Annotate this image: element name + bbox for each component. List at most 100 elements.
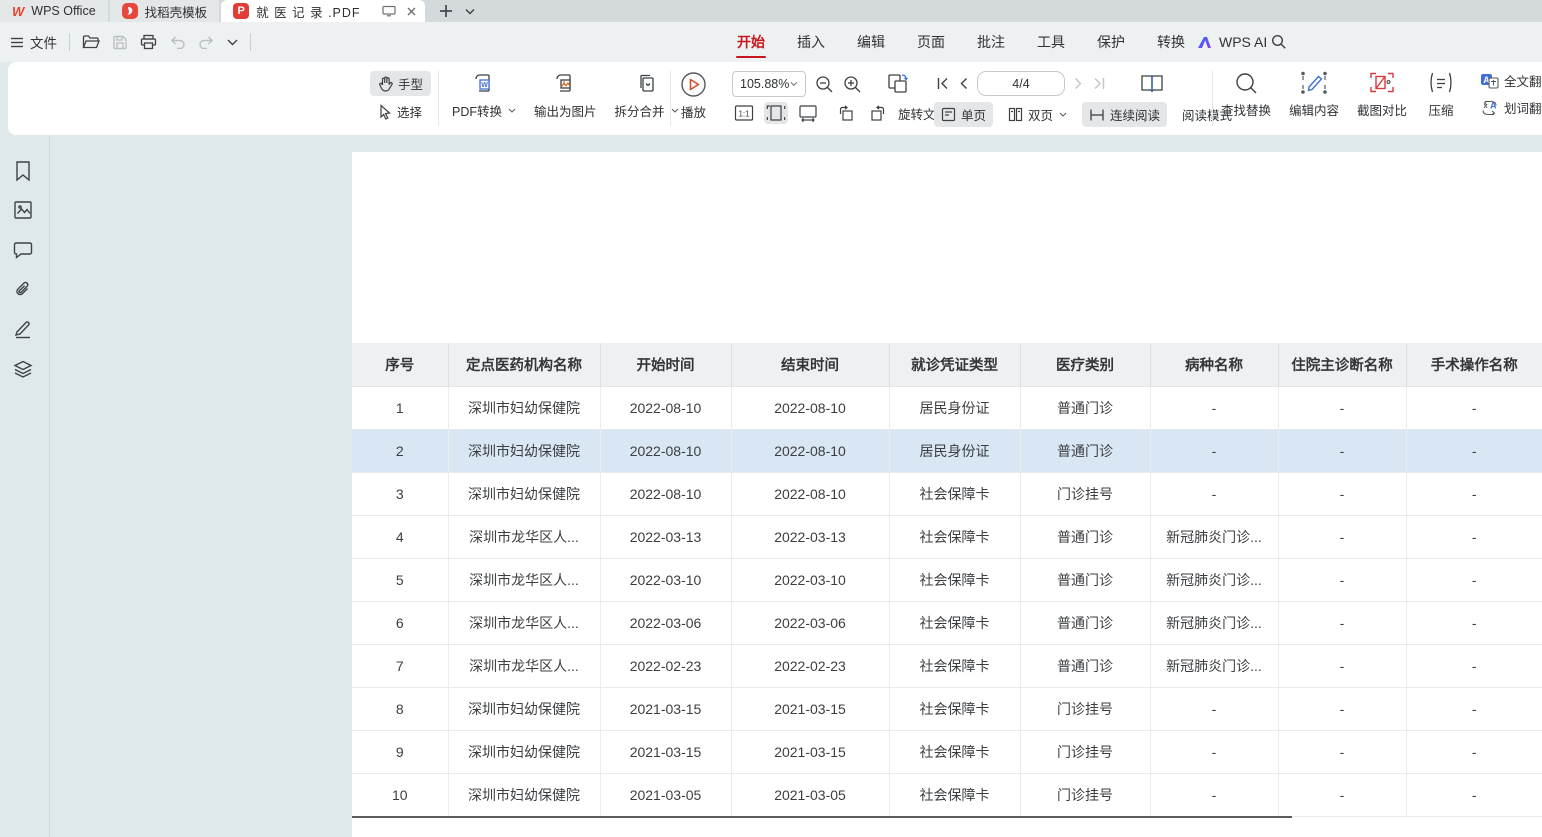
page-number-input[interactable]: 4/4 xyxy=(977,71,1065,96)
attachment-icon[interactable] xyxy=(13,280,33,300)
export-as-image-label: 输出为图片 xyxy=(534,101,597,120)
table-cell: 普通门诊 xyxy=(1020,429,1150,472)
tab-docer-templates[interactable]: 找稻壳模板 xyxy=(110,0,220,22)
next-page-icon[interactable] xyxy=(1074,77,1083,90)
table-header-cell: 病种名称 xyxy=(1150,343,1278,386)
zoom-level-select[interactable]: 105.88% xyxy=(732,71,806,97)
table-row: 2深圳市妇幼保健院2022-08-102022-08-10居民身份证普通门诊--… xyxy=(352,429,1542,472)
edit-content-label: 编辑内容 xyxy=(1289,100,1339,119)
pdf-convert-button[interactable]: W PDF转换 xyxy=(452,71,516,120)
table-cell: 社会保障卡 xyxy=(889,644,1020,687)
screenshot-compare-button[interactable]: 截图对比 xyxy=(1356,71,1408,119)
find-replace-button[interactable]: 查找替换 xyxy=(1220,71,1272,119)
fit-width-button[interactable] xyxy=(796,102,820,124)
first-page-icon[interactable] xyxy=(936,77,950,90)
svg-text:1:1: 1:1 xyxy=(738,110,750,119)
table-cell: 2022-02-23 xyxy=(731,644,889,687)
table-cell: - xyxy=(1406,730,1542,773)
present-to-screen-icon[interactable] xyxy=(382,5,396,17)
actual-size-button[interactable]: 1:1 xyxy=(732,102,756,124)
table-cell: - xyxy=(1406,429,1542,472)
menu-tab-8[interactable]: 转换 xyxy=(1156,22,1186,62)
table-cell: 新冠肺炎门诊... xyxy=(1150,515,1278,558)
menu-tab-4[interactable]: 页面 xyxy=(916,22,946,62)
open-file-icon[interactable] xyxy=(82,34,100,50)
table-cell: 普通门诊 xyxy=(1020,515,1150,558)
full-text-translate-button[interactable]: A 全文翻译 xyxy=(1480,71,1542,90)
undo-icon[interactable] xyxy=(169,35,186,49)
table-cell: 3 xyxy=(352,472,448,515)
tab-wps-office[interactable]: W WPS Office xyxy=(0,0,108,22)
rotate-pages-icon[interactable] xyxy=(885,72,911,96)
tab-list-dropdown-icon[interactable] xyxy=(465,8,475,15)
page-indicator: 4/4 xyxy=(1012,77,1029,91)
print-icon[interactable] xyxy=(140,34,157,50)
zoom-in-icon[interactable] xyxy=(843,75,862,94)
table-row: 7深圳市龙华区人...2022-02-232022-02-23社会保障卡普通门诊… xyxy=(352,644,1542,687)
compress-button[interactable]: 压缩 xyxy=(1424,71,1458,119)
edit-content-button[interactable]: 编辑内容 xyxy=(1288,71,1340,119)
rotate-right-icon[interactable] xyxy=(866,102,890,124)
table-header-cell: 就诊凭证类型 xyxy=(889,343,1020,386)
rotate-left-icon[interactable] xyxy=(834,102,858,124)
menu-tab-6[interactable]: 工具 xyxy=(1036,22,1066,62)
menu-tab-2[interactable]: 插入 xyxy=(796,22,826,62)
table-cell: 深圳市龙华区人... xyxy=(448,644,600,687)
table-cell: 门诊挂号 xyxy=(1020,773,1150,816)
table-cell: 社会保障卡 xyxy=(889,687,1020,730)
table-cell: 新冠肺炎门诊... xyxy=(1150,558,1278,601)
quickbar-more-dropdown-icon[interactable] xyxy=(227,38,238,46)
layers-icon[interactable] xyxy=(13,359,33,379)
zoom-out-icon[interactable] xyxy=(815,75,834,94)
close-tab-icon[interactable] xyxy=(406,6,417,17)
select-tool-button[interactable]: 选择 xyxy=(370,99,431,124)
wps-ai-button[interactable]: WPS AI xyxy=(1196,22,1267,62)
tab-document-pdf[interactable]: P 就 医 记 录 .PDF xyxy=(221,0,424,22)
table-cell: - xyxy=(1150,730,1278,773)
continuous-reading-button[interactable]: 连续阅读 xyxy=(1082,102,1167,127)
continuous-reading-icon xyxy=(1089,108,1105,122)
menu-tab-3[interactable]: 编辑 xyxy=(856,22,886,62)
menu-tab-7[interactable]: 保护 xyxy=(1096,22,1126,62)
table-cell: 社会保障卡 xyxy=(889,558,1020,601)
thumbnails-icon[interactable] xyxy=(13,200,33,220)
pdf-convert-icon: W xyxy=(471,71,497,97)
new-tab-button[interactable] xyxy=(439,4,453,18)
hand-tool-button[interactable]: 手型 xyxy=(370,71,431,96)
table-cell: - xyxy=(1278,730,1406,773)
table-cell: - xyxy=(1278,773,1406,816)
table-cell: 6 xyxy=(352,601,448,644)
document-title: 就 医 记 录 .PDF xyxy=(256,2,360,21)
word-translate-icon: x A xyxy=(1480,100,1499,116)
redo-icon[interactable] xyxy=(198,35,215,49)
screenshot-compare-icon xyxy=(1369,71,1395,96)
menu-tab-5[interactable]: 批注 xyxy=(976,22,1006,62)
split-merge-button[interactable]: 拆分合并 xyxy=(615,71,679,120)
word-translate-button[interactable]: x A 划词翻译 xyxy=(1480,98,1542,117)
table-cell: 2022-02-23 xyxy=(600,644,731,687)
signature-icon[interactable] xyxy=(13,319,33,340)
last-page-icon[interactable] xyxy=(1092,77,1106,90)
table-cell: - xyxy=(1406,386,1542,429)
document-canvas[interactable]: 序号定点医药机构名称开始时间结束时间就诊凭证类型医疗类别病种名称住院主诊断名称手… xyxy=(50,135,1542,837)
menu-search-icon[interactable] xyxy=(1271,22,1287,62)
single-page-button[interactable]: 单页 xyxy=(934,102,993,127)
table-cell: 2021-03-05 xyxy=(600,773,731,816)
table-cell: - xyxy=(1406,472,1542,515)
previous-page-icon[interactable] xyxy=(959,77,968,90)
table-cell: - xyxy=(1406,558,1542,601)
export-as-image-button[interactable]: 输出为图片 xyxy=(534,71,597,120)
table-cell: 门诊挂号 xyxy=(1020,730,1150,773)
read-mode-book-icon[interactable] xyxy=(1139,72,1165,96)
table-cell: - xyxy=(1406,773,1542,816)
comment-icon[interactable] xyxy=(13,240,33,259)
save-icon[interactable] xyxy=(112,34,128,50)
fit-page-button[interactable] xyxy=(764,102,788,124)
file-menu-button[interactable]: 文件 xyxy=(10,32,57,52)
menu-tab-1[interactable]: 开始 xyxy=(736,22,766,62)
play-slideshow-button[interactable]: 播放 xyxy=(680,71,707,121)
double-page-button[interactable]: 双页 xyxy=(1001,102,1074,127)
bookmark-icon[interactable] xyxy=(13,160,33,182)
table-cell: 2021-03-15 xyxy=(731,687,889,730)
table-cell: - xyxy=(1278,386,1406,429)
